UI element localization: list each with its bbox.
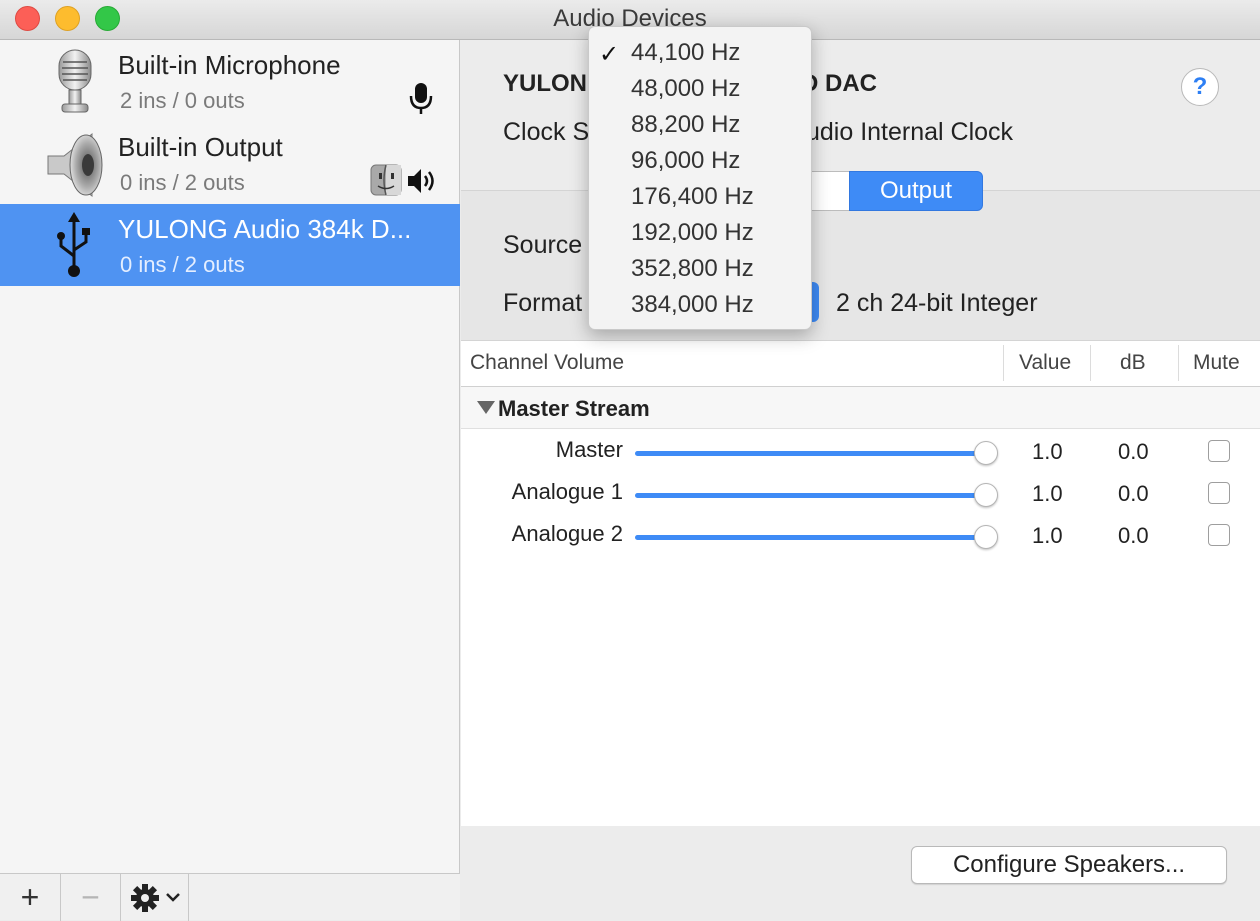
- device-name: Built-in Output: [118, 132, 283, 162]
- default-input-icon: [409, 83, 433, 114]
- channel-db[interactable]: 0.0: [1118, 523, 1149, 549]
- header-db[interactable]: dB: [1120, 351, 1146, 375]
- channel-value[interactable]: 1.0: [1032, 481, 1063, 507]
- chevron-down-icon: [165, 892, 180, 902]
- configure-speakers-button[interactable]: Configure Speakers...: [911, 846, 1227, 884]
- channel-volume-table: Channel Volume Value dB Mute Master Stre…: [461, 340, 1260, 826]
- add-device-button[interactable]: +: [0, 874, 61, 921]
- mute-checkbox[interactable]: [1208, 524, 1230, 546]
- menu-item-label: 96,000 Hz: [631, 147, 741, 174]
- gear-icon: [130, 883, 180, 912]
- device-io: 0 ins / 2 outs: [120, 170, 245, 195]
- device-list: Built-in Microphone 2 ins / 0 outs Built…: [0, 40, 460, 921]
- remove-device-button[interactable]: −: [61, 874, 121, 921]
- channel-row-master: Master 1.0 0.0: [461, 431, 1260, 473]
- volume-slider-track[interactable]: [635, 535, 985, 540]
- header-value[interactable]: Value: [1019, 351, 1071, 375]
- menu-item-label: 176,400 Hz: [631, 183, 754, 210]
- group-label: Master Stream: [498, 396, 650, 421]
- usb-icon: [57, 212, 90, 277]
- sample-rate-menu: ✓ 44,100 Hz 48,000 Hz 88,200 Hz 96,000 H…: [588, 26, 812, 330]
- menu-item-96000[interactable]: 96,000 Hz: [589, 142, 811, 178]
- menu-item-352800[interactable]: 352,800 Hz: [589, 250, 811, 286]
- tab-output[interactable]: Output: [849, 171, 983, 211]
- device-row-built-in-output[interactable]: Built-in Output 0 ins / 2 outs: [0, 122, 460, 204]
- device-detail-panel: YULONG D DAC ? Clock S udio Internal Clo…: [461, 40, 1260, 920]
- default-output-icon: [408, 169, 434, 193]
- volume-slider-knob[interactable]: [974, 525, 998, 549]
- menu-item-192000[interactable]: 192,000 Hz: [589, 214, 811, 250]
- channel-value[interactable]: 1.0: [1032, 523, 1063, 549]
- clock-source-label: Clock S: [503, 118, 590, 146]
- menu-item-label: 352,800 Hz: [631, 255, 754, 282]
- menu-item-384000[interactable]: 384,000 Hz: [589, 286, 811, 322]
- column-divider: [1090, 345, 1091, 381]
- source-label: Source: [503, 231, 583, 259]
- device-actions-menu-button[interactable]: [121, 874, 189, 921]
- volume-slider-knob[interactable]: [974, 441, 998, 465]
- group-row-master-stream[interactable]: Master Stream: [461, 387, 1260, 429]
- column-divider: [1178, 345, 1179, 381]
- menu-item-label: 192,000 Hz: [631, 219, 754, 246]
- menu-item-label: 88,200 Hz: [631, 111, 741, 138]
- format-label: Format: [503, 289, 583, 317]
- channel-row-analogue-1: Analogue 1 1.0 0.0: [461, 473, 1260, 515]
- menu-item-48000[interactable]: 48,000 Hz: [589, 70, 811, 106]
- menu-item-44100[interactable]: ✓ 44,100 Hz: [589, 34, 811, 70]
- device-list-toolbar: + −: [0, 873, 460, 921]
- channel-name: Master: [555, 437, 623, 462]
- mute-checkbox[interactable]: [1208, 440, 1230, 462]
- menu-item-176400[interactable]: 176,400 Hz: [589, 178, 811, 214]
- volume-slider-track[interactable]: [635, 493, 985, 498]
- volume-slider-track[interactable]: [635, 451, 985, 456]
- device-row-yulong-dac[interactable]: YULONG Audio 384k D... 0 ins / 2 outs: [0, 204, 460, 286]
- column-divider: [1003, 345, 1004, 381]
- menu-item-label: 384,000 Hz: [631, 291, 754, 318]
- disclosure-triangle-icon[interactable]: [477, 401, 495, 414]
- device-row-built-in-microphone[interactable]: Built-in Microphone 2 ins / 0 outs: [0, 40, 460, 122]
- clock-source-value[interactable]: udio Internal Clock: [806, 118, 1013, 147]
- channel-name: Analogue 1: [511, 479, 623, 504]
- menu-item-label: 44,100 Hz: [631, 39, 741, 66]
- menu-item-88200[interactable]: 88,200 Hz: [589, 106, 811, 142]
- finder-icon: [370, 164, 402, 196]
- header-mute[interactable]: Mute: [1193, 351, 1240, 375]
- header-channel-volume[interactable]: Channel Volume: [470, 351, 624, 375]
- device-name: Built-in Microphone: [118, 50, 341, 80]
- volume-slider-knob[interactable]: [974, 483, 998, 507]
- microphone-icon: [58, 49, 92, 113]
- mute-checkbox[interactable]: [1208, 482, 1230, 504]
- checkmark-icon: ✓: [599, 41, 620, 68]
- channel-db[interactable]: 0.0: [1118, 481, 1149, 507]
- menu-item-label: 48,000 Hz: [631, 75, 741, 102]
- channel-name: Analogue 2: [511, 521, 623, 546]
- speaker-icon: [47, 132, 103, 198]
- channel-value[interactable]: 1.0: [1032, 439, 1063, 465]
- device-io: 2 ins / 0 outs: [120, 88, 245, 113]
- channel-row-analogue-2: Analogue 2 1.0 0.0: [461, 515, 1260, 557]
- channel-db[interactable]: 0.0: [1118, 439, 1149, 465]
- device-io: 0 ins / 2 outs: [120, 252, 245, 277]
- help-button[interactable]: ?: [1181, 68, 1219, 106]
- device-title-end: D DAC: [801, 70, 877, 97]
- device-name: YULONG Audio 384k D...: [118, 214, 412, 244]
- format-value[interactable]: 2 ch 24-bit Integer: [836, 289, 1038, 318]
